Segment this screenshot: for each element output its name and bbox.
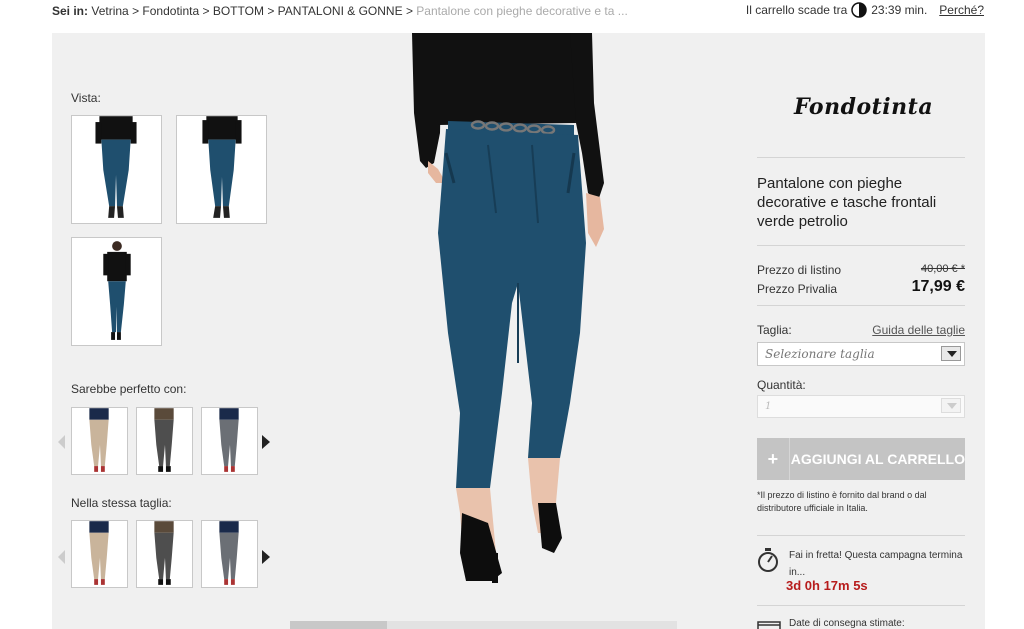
model-full-image — [72, 238, 161, 345]
grey-pants-image — [137, 521, 192, 587]
views-label: Vista: — [71, 91, 101, 105]
divider — [757, 605, 965, 606]
grey-pants-image — [137, 408, 192, 474]
divider — [757, 157, 965, 158]
breadcrumb-separator: > — [202, 4, 210, 18]
main-product-image[interactable] — [342, 33, 730, 593]
suggested-item-slate-pants[interactable] — [201, 407, 258, 475]
add-to-cart-label: AGGIUNGI AL CARRELLO — [790, 451, 965, 467]
suggested-item-beige-pants[interactable] — [71, 407, 128, 475]
why-link[interactable]: Perché? — [939, 3, 984, 17]
suggested-item-grey-pants[interactable] — [136, 407, 193, 475]
campaign-countdown: 3d 0h 17m 5s — [786, 578, 868, 593]
top-bar: Sei in: Vetrina > Fondotinta > BOTTOM > … — [0, 0, 1024, 24]
model-wearing-pants-image — [342, 33, 730, 593]
delivery-icon — [757, 620, 781, 629]
list-price-label: Prezzo di listino — [757, 263, 842, 277]
image-scrollbar[interactable] — [290, 621, 677, 629]
divider — [757, 535, 965, 536]
chevron-right-icon[interactable] — [262, 435, 270, 449]
list-price-note: *Il prezzo di listino è fornito dal bran… — [757, 490, 927, 513]
beige-pants-image — [72, 521, 127, 587]
breadcrumb-separator: > — [405, 4, 413, 18]
plus-icon: + — [757, 438, 790, 480]
beige-pants-image — [72, 408, 127, 474]
list-price-value: 40,00 € * — [920, 263, 965, 275]
view-thumbnail-back[interactable] — [176, 115, 267, 224]
product-panel: Vista: Sarebbe perfetto con: Nella stess… — [52, 33, 985, 629]
add-to-cart-button[interactable]: + AGGIUNGI AL CARRELLO — [757, 438, 965, 480]
brand-logo[interactable]: Fondotinta — [794, 94, 933, 120]
product-title: Pantalone con pieghe decorative e tasche… — [757, 175, 937, 230]
divider — [757, 245, 965, 246]
size-guide-link[interactable]: Guida delle taglie — [872, 323, 965, 337]
clock-icon — [851, 2, 867, 18]
quantity-label: Quantità: — [757, 378, 806, 392]
delivery-dates-label: Date di consegna stimate: — [789, 618, 905, 629]
same-size-item-beige-pants[interactable] — [71, 520, 128, 588]
cart-timer-time: 23:39 min. — [871, 3, 928, 17]
perfect-with-label: Sarebbe perfetto con: — [71, 382, 187, 396]
same-size-item-grey-pants[interactable] — [136, 520, 193, 588]
breadcrumb-separator: > — [132, 4, 140, 18]
sale-price-value: 17,99 € — [911, 278, 965, 295]
breadcrumb-link-pants-skirts[interactable]: PANTALONI & GONNE — [278, 4, 403, 18]
image-scrollbar-handle[interactable] — [290, 621, 387, 629]
size-label: Taglia: — [757, 323, 792, 337]
cart-timer: Il carrello scade tra 23:39 min. Perché? — [746, 2, 984, 18]
quantity-select-value: 1 — [765, 401, 772, 412]
quantity-select[interactable]: 1 — [757, 395, 965, 418]
chevron-down-icon[interactable] — [941, 398, 961, 413]
chevron-down-icon[interactable] — [941, 346, 961, 361]
size-select-value: Selezionare taglia — [765, 347, 875, 361]
view-thumbnail-full[interactable] — [71, 237, 162, 346]
chevron-left-icon[interactable] — [58, 435, 65, 449]
model-front-image — [72, 116, 161, 223]
divider — [757, 305, 965, 306]
breadcrumb-current: Pantalone con pieghe decorative e ta ... — [416, 4, 628, 18]
stopwatch-icon — [757, 547, 779, 573]
breadcrumb-link-vetrina[interactable]: Vetrina — [91, 4, 128, 18]
cart-timer-prefix: Il carrello scade tra — [745, 3, 848, 17]
same-size-label: Nella stessa taglia: — [71, 496, 172, 510]
slate-pants-image — [202, 408, 257, 474]
chevron-right-icon[interactable] — [262, 550, 270, 564]
breadcrumb: Sei in: Vetrina > Fondotinta > BOTTOM > … — [52, 4, 628, 18]
sale-price-label: Prezzo Privalia — [757, 282, 838, 296]
campaign-ending-text: Fai in fretta! Questa campagna termina i… — [789, 550, 963, 578]
breadcrumb-link-brand[interactable]: Fondotinta — [142, 4, 199, 18]
list-price-row: Prezzo di listino 40,00 € * — [757, 263, 965, 277]
breadcrumb-lead: Sei in: — [52, 4, 89, 18]
breadcrumb-separator: > — [267, 4, 275, 18]
sale-price-row: Prezzo Privalia 17,99 € — [757, 278, 965, 296]
view-thumbnail-front[interactable] — [71, 115, 162, 224]
size-select[interactable]: Selezionare taglia — [757, 342, 965, 366]
same-size-item-slate-pants[interactable] — [201, 520, 258, 588]
model-back-image — [177, 116, 266, 223]
breadcrumb-link-bottom[interactable]: BOTTOM — [213, 4, 264, 18]
chevron-left-icon[interactable] — [58, 550, 65, 564]
slate-pants-image — [202, 521, 257, 587]
